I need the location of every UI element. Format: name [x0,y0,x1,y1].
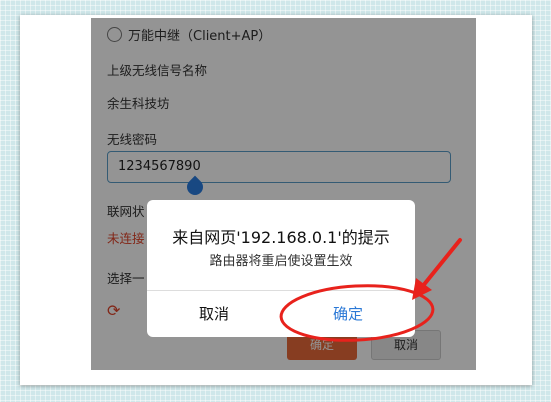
dialog-cancel-button[interactable]: 取消 [147,291,281,337]
dialog-message: 路由器将重启使设置生效 [209,254,353,269]
phone-screen: 万能中继（Client+AP） 上级无线信号名称 余生科技坊 无线密码 1234… [91,18,476,370]
dialog-ok-button[interactable]: 确定 [281,291,415,337]
alert-dialog: 来自网页'192.168.0.1'的提示 路由器将重启使设置生效 取消 确定 [147,200,415,337]
dialog-title: 来自网页'192.168.0.1'的提示 [172,228,390,247]
